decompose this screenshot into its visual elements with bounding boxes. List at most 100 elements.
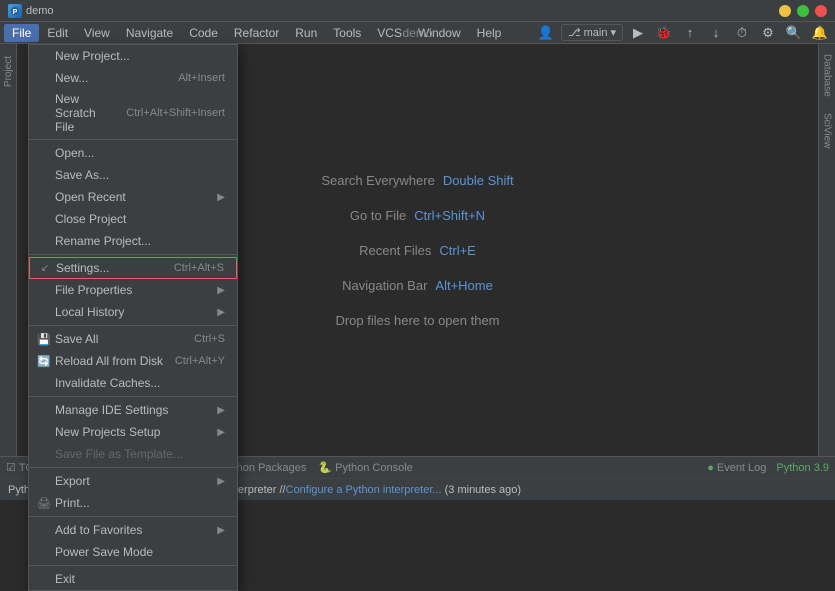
menu-new[interactable]: New... Alt+Insert bbox=[29, 67, 237, 89]
menu-save-all[interactable]: 💾 Save All Ctrl+S bbox=[29, 328, 237, 350]
event-log-icon: ● bbox=[707, 462, 714, 474]
svg-text:P: P bbox=[13, 9, 18, 16]
menu-open-recent[interactable]: Open Recent ▶ bbox=[29, 186, 237, 208]
python-version-label: Python 3.9 bbox=[776, 462, 829, 474]
menu-open[interactable]: Open... bbox=[29, 142, 237, 164]
settings-toolbar-button[interactable]: ⚙ bbox=[757, 24, 779, 42]
add-favorites-arrow: ▶ bbox=[217, 525, 225, 536]
git-update-button[interactable]: ↑ bbox=[679, 24, 701, 42]
history-button[interactable]: ⏱ bbox=[731, 24, 753, 42]
export-label: Export bbox=[55, 474, 90, 488]
run-button[interactable]: ▶ bbox=[627, 24, 649, 42]
user-icon[interactable]: 👤 bbox=[535, 24, 557, 42]
separator-3 bbox=[29, 325, 237, 326]
debug-button[interactable]: 🐞 bbox=[653, 24, 675, 42]
go-to-file-shortcut: Ctrl+Shift+N bbox=[414, 208, 485, 223]
menu-item-navigate[interactable]: Navigate bbox=[118, 24, 181, 42]
file-properties-arrow: ▶ bbox=[217, 285, 225, 296]
menu-local-history[interactable]: Local History ▶ bbox=[29, 301, 237, 323]
branch-icon: ⎇ bbox=[568, 26, 581, 39]
local-history-arrow: ▶ bbox=[217, 307, 225, 318]
search-toolbar-button[interactable]: 🔍 bbox=[783, 24, 805, 42]
menu-settings[interactable]: ↙ Settings... Ctrl+Alt+S bbox=[29, 257, 237, 279]
right-tab-database[interactable]: Database bbox=[820, 48, 835, 103]
console-icon: 🐍 bbox=[318, 461, 332, 474]
menu-invalidate-caches[interactable]: Invalidate Caches... bbox=[29, 372, 237, 394]
menu-power-save-mode[interactable]: Power Save Mode bbox=[29, 541, 237, 563]
toolbar-right: 👤 ⎇ main ▾ ▶ 🐞 ↑ ↓ ⏱ ⚙ 🔍 🔔 bbox=[535, 24, 831, 42]
menu-item-file[interactable]: File bbox=[4, 24, 39, 42]
branch-indicator[interactable]: ⎇ main ▾ bbox=[561, 24, 623, 41]
save-all-shortcut: Ctrl+S bbox=[194, 333, 225, 345]
tab-python-console[interactable]: 🐍 Python Console bbox=[318, 461, 412, 474]
notifications-button[interactable]: 🔔 bbox=[809, 24, 831, 42]
left-strip: Project bbox=[0, 44, 17, 456]
file-properties-label: File Properties bbox=[55, 283, 132, 297]
print-label: Print... bbox=[55, 496, 90, 510]
reload-all-label: Reload All from Disk bbox=[55, 354, 163, 368]
menu-print[interactable]: 🖨 Print... bbox=[29, 492, 237, 514]
open-recent-arrow: ▶ bbox=[217, 192, 225, 203]
menu-add-to-favorites[interactable]: Add to Favorites ▶ bbox=[29, 519, 237, 541]
menu-item-tools[interactable]: Tools bbox=[325, 24, 369, 42]
minimize-button[interactable] bbox=[779, 5, 791, 17]
menu-item-run[interactable]: Run bbox=[287, 24, 325, 42]
navigation-bar-shortcut: Alt+Home bbox=[435, 278, 492, 293]
new-projects-setup-label: New Projects Setup bbox=[55, 425, 160, 439]
configure-interpreter-link[interactable]: Configure a Python interpreter... bbox=[286, 484, 442, 496]
event-log[interactable]: ● Event Log bbox=[707, 462, 766, 474]
navigation-bar-label: Navigation Bar bbox=[342, 278, 427, 293]
menu-new-scratch-file[interactable]: New Scratch File Ctrl+Alt+Shift+Insert bbox=[29, 89, 237, 137]
menu-new-project[interactable]: New Project... bbox=[29, 45, 237, 67]
settings-label: Settings... bbox=[56, 261, 109, 275]
menu-save-as[interactable]: Save As... bbox=[29, 164, 237, 186]
settings-icon-area: ↙ bbox=[38, 261, 52, 275]
recent-files-shortcut: Ctrl+E bbox=[439, 243, 475, 258]
menu-item-code[interactable]: Code bbox=[181, 24, 226, 42]
search-everywhere-shortcut: Double Shift bbox=[443, 173, 514, 188]
manage-ide-label: Manage IDE Settings bbox=[55, 403, 168, 417]
menu-item-view[interactable]: View bbox=[76, 24, 118, 42]
separator-5 bbox=[29, 467, 237, 468]
manage-ide-arrow: ▶ bbox=[217, 405, 225, 416]
title-bar: P demo bbox=[0, 0, 835, 22]
right-tab-sciview[interactable]: SciView bbox=[820, 107, 835, 154]
title-bar-controls bbox=[779, 5, 827, 17]
power-save-label: Power Save Mode bbox=[55, 545, 153, 559]
hint-recent-files: Recent Files Ctrl+E bbox=[359, 243, 476, 258]
menu-bar: File Edit View Navigate Code Refactor Ru… bbox=[0, 22, 835, 44]
new-shortcut: Alt+Insert bbox=[178, 72, 225, 84]
drop-files-label: Drop files here to open them bbox=[335, 313, 499, 328]
save-as-label: Save As... bbox=[55, 168, 109, 182]
title-text: demo bbox=[26, 5, 54, 17]
menu-close-project[interactable]: Close Project bbox=[29, 208, 237, 230]
maximize-button[interactable] bbox=[797, 5, 809, 17]
menu-rename-project[interactable]: Rename Project... bbox=[29, 230, 237, 252]
todo-icon: ☑ bbox=[6, 461, 16, 474]
new-scratch-file-shortcut: Ctrl+Alt+Shift+Insert bbox=[126, 107, 225, 119]
new-label: New... bbox=[55, 71, 88, 85]
branch-name: main bbox=[584, 27, 608, 39]
event-log-label: Event Log bbox=[717, 462, 767, 474]
project-panel-label[interactable]: Project bbox=[3, 56, 14, 87]
menu-manage-ide-settings[interactable]: Manage IDE Settings ▶ bbox=[29, 399, 237, 421]
menu-file-properties[interactable]: File Properties ▶ bbox=[29, 279, 237, 301]
menu-item-refactor[interactable]: Refactor bbox=[226, 24, 287, 42]
title-bar-left: P demo bbox=[8, 4, 54, 18]
exit-label: Exit bbox=[55, 572, 75, 586]
git-push-button[interactable]: ↓ bbox=[705, 24, 727, 42]
python-version[interactable]: Python 3.9 bbox=[776, 462, 829, 474]
menu-reload-all[interactable]: 🔄 Reload All from Disk Ctrl+Alt+Y bbox=[29, 350, 237, 372]
menu-item-help[interactable]: Help bbox=[469, 24, 510, 42]
menu-new-projects-setup[interactable]: New Projects Setup ▶ bbox=[29, 421, 237, 443]
rename-project-label: Rename Project... bbox=[55, 234, 151, 248]
menu-item-edit[interactable]: Edit bbox=[39, 24, 76, 42]
close-button[interactable] bbox=[815, 5, 827, 17]
file-dropdown-menu: New Project... New... Alt+Insert New Scr… bbox=[28, 44, 238, 591]
local-history-label: Local History bbox=[55, 305, 124, 319]
menu-exit[interactable]: Exit bbox=[29, 568, 237, 590]
hint-navigation-bar: Navigation Bar Alt+Home bbox=[342, 278, 493, 293]
settings-shortcut: Ctrl+Alt+S bbox=[174, 262, 224, 274]
save-all-icon: 💾 bbox=[37, 332, 51, 346]
menu-export[interactable]: Export ▶ bbox=[29, 470, 237, 492]
